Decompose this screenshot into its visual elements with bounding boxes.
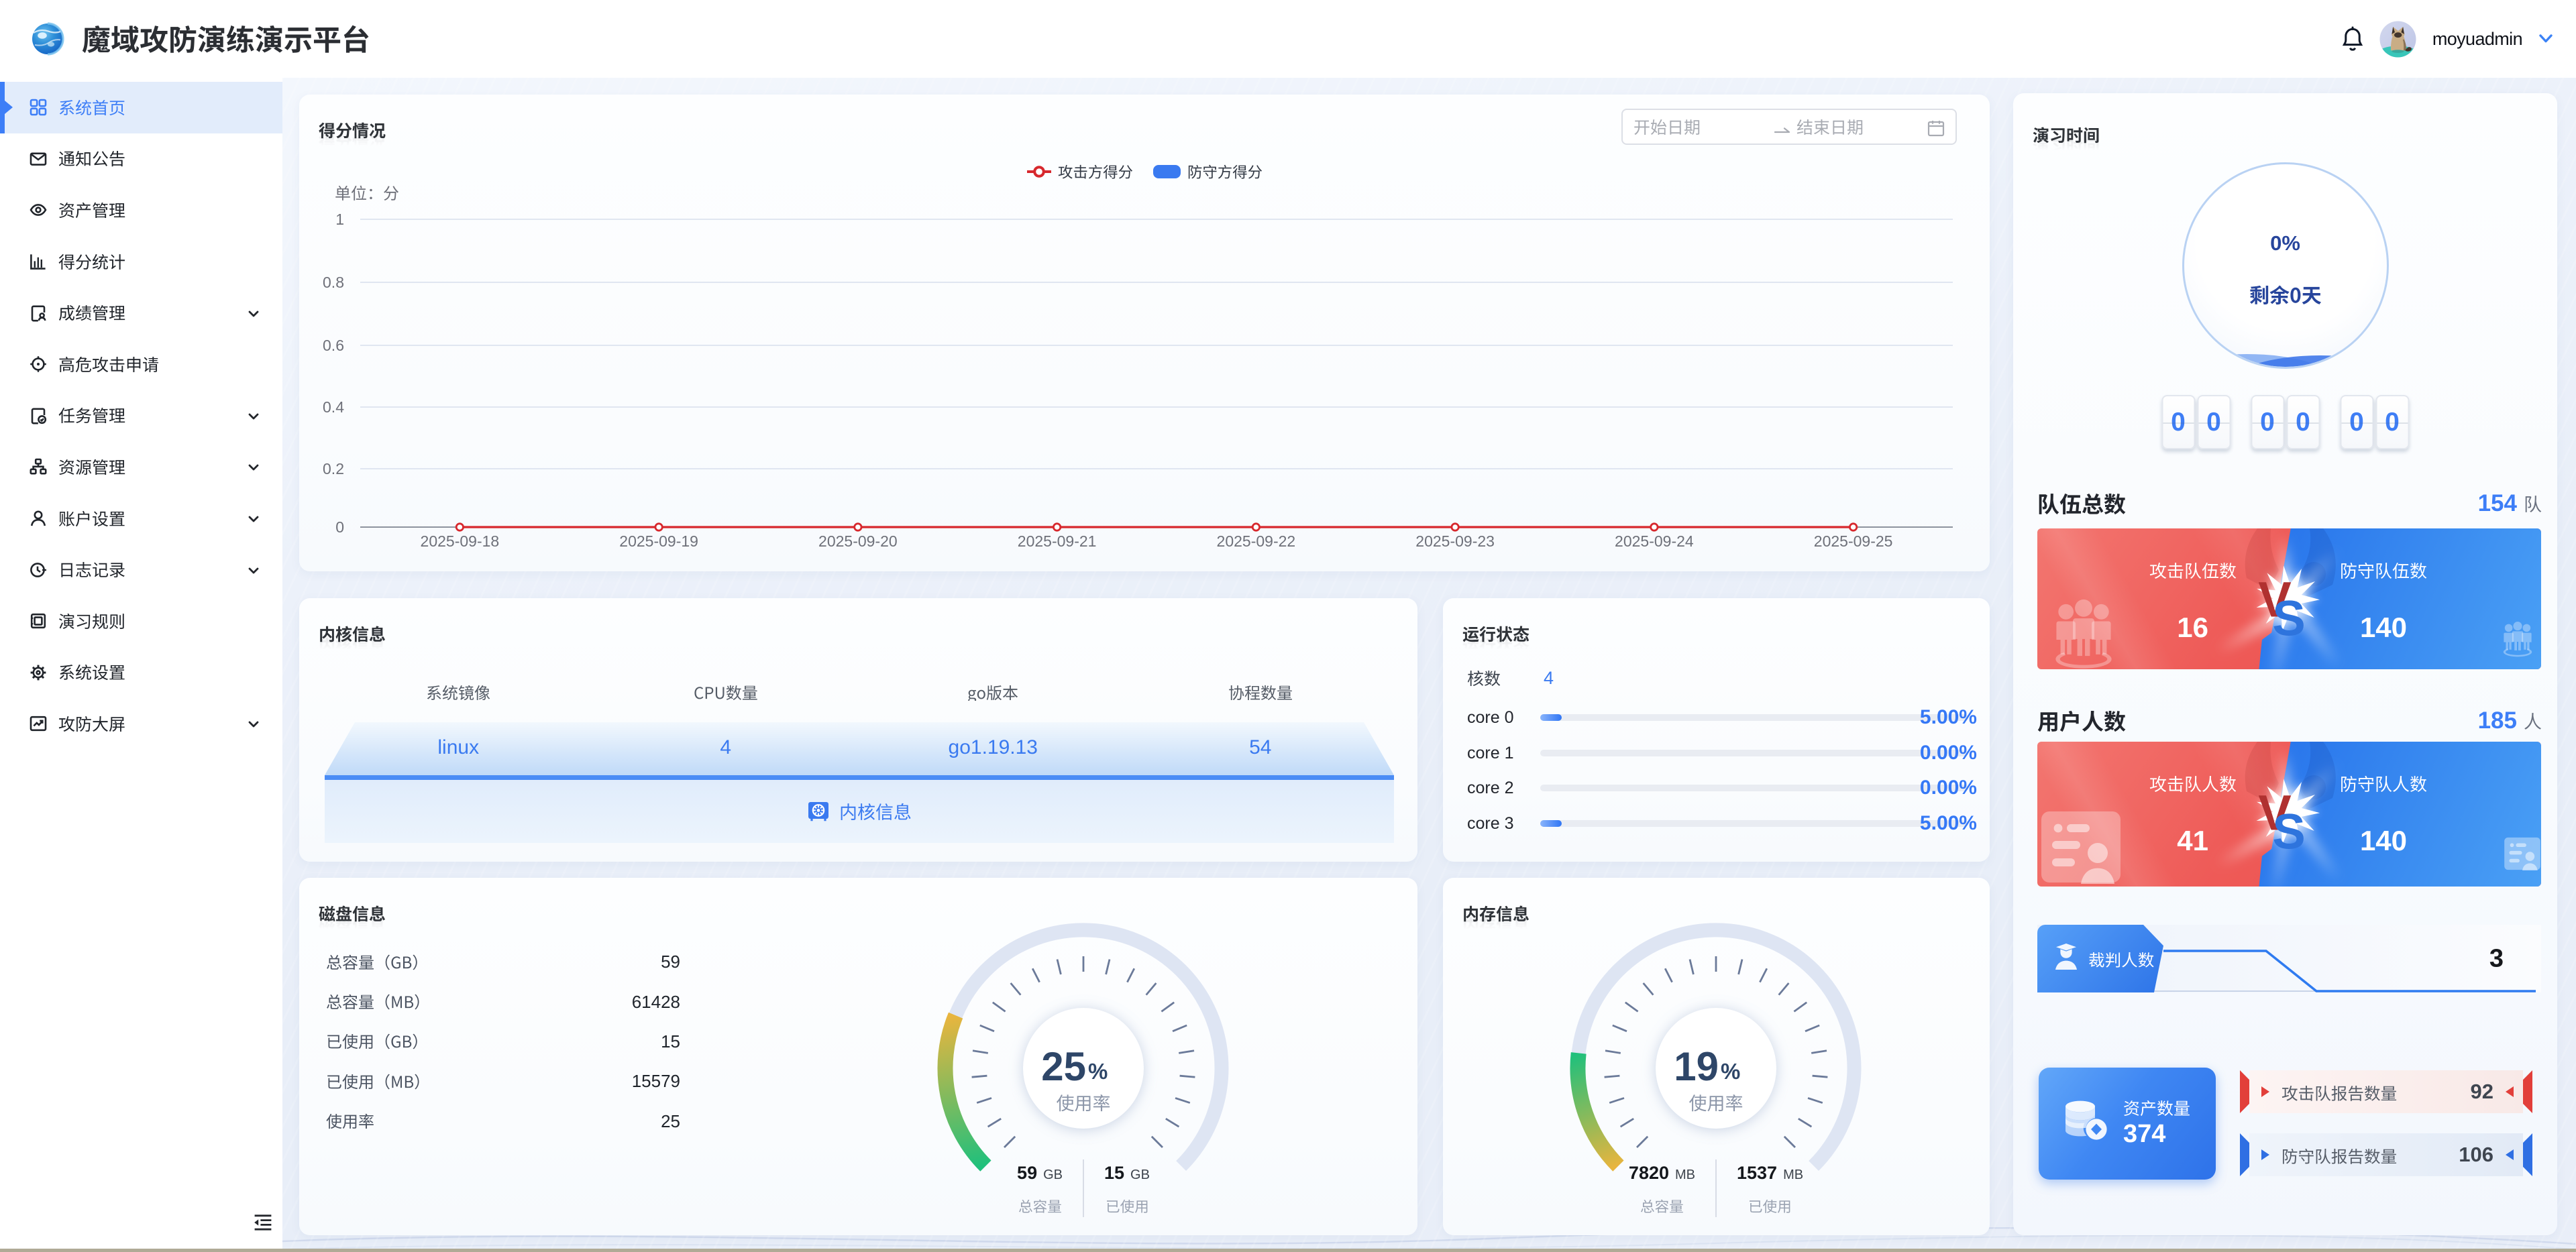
svg-text:2025-09-22: 2025-09-22 [1217,532,1296,550]
svg-text:%: % [1088,1059,1108,1084]
svg-text:0.6: 0.6 [323,337,344,354]
svg-text:2025-09-18: 2025-09-18 [421,532,500,550]
svg-text:0.2: 0.2 [323,460,344,477]
svg-text:25: 25 [1041,1044,1086,1089]
svg-text:2025-09-25: 2025-09-25 [1814,532,1893,550]
svg-text:2025-09-23: 2025-09-23 [1415,532,1495,550]
svg-text:2025-09-20: 2025-09-20 [818,532,898,550]
svg-text:0.4: 0.4 [323,398,344,416]
svg-text:%: % [1721,1059,1740,1084]
svg-text:2025-09-24: 2025-09-24 [1615,532,1694,550]
svg-text:0.8: 0.8 [323,274,344,291]
svg-text:2025-09-19: 2025-09-19 [619,532,698,550]
svg-text:0: 0 [335,518,344,536]
svg-text:1: 1 [335,211,344,228]
svg-text:19: 19 [1674,1044,1719,1089]
svg-text:2025-09-21: 2025-09-21 [1018,532,1097,550]
